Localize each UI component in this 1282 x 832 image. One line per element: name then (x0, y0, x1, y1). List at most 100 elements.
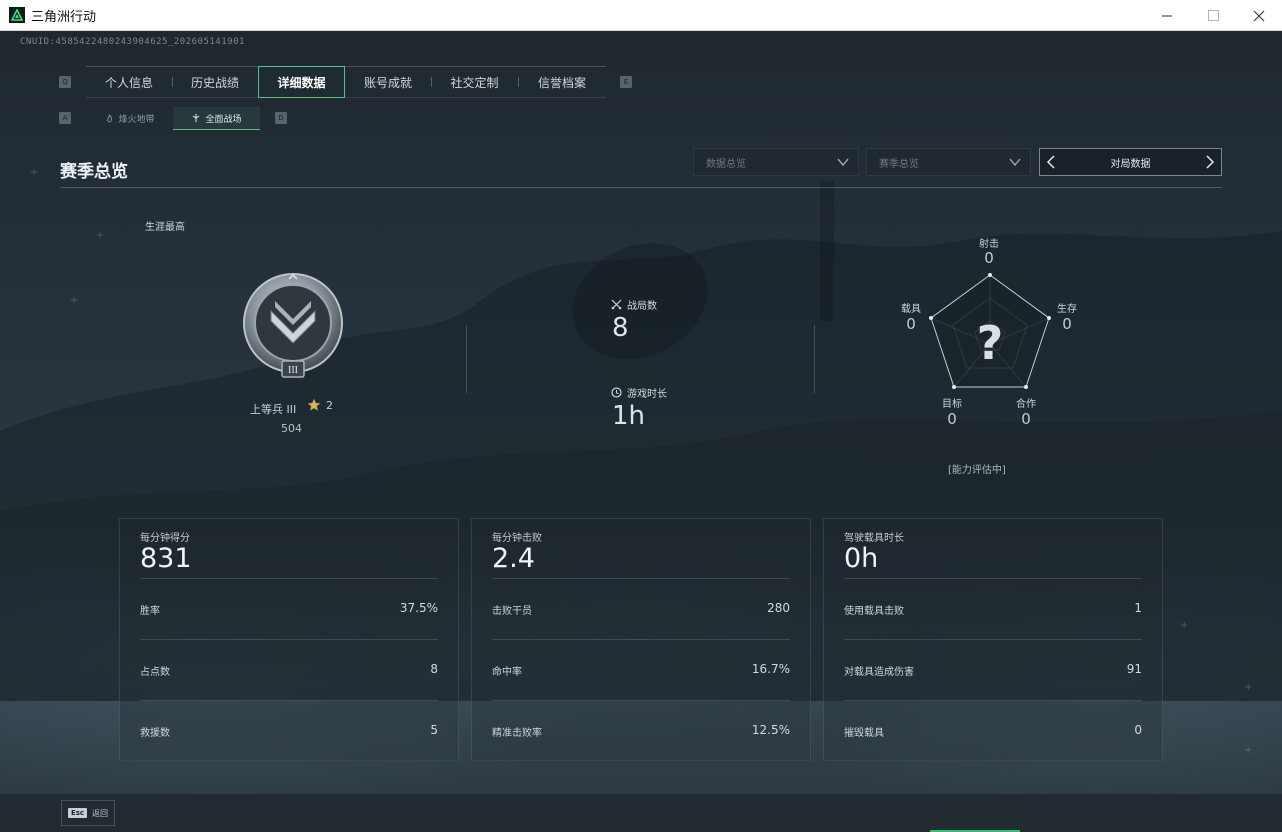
card-title: 每分钟击败 (492, 533, 542, 544)
radar-label-vehicle: 载具 (901, 304, 921, 315)
tab-personal-info[interactable]: 个人信息 (86, 66, 172, 98)
divider (466, 325, 467, 393)
career-best-label: 生涯最高 (145, 222, 185, 233)
stat-value: 91 (1126, 662, 1142, 676)
stat-label: 命中率 (492, 667, 522, 678)
key-hint-prev-tab: Q (59, 76, 71, 88)
maximize-icon (1207, 10, 1219, 21)
stat-label: 使用载具击败 (844, 606, 904, 617)
key-hint-next-subtab: D (275, 112, 287, 124)
decor-cross-icon: + (30, 167, 39, 178)
key-hint-next-tab: E (620, 76, 632, 88)
main-tab-bar: 个人信息 历史战绩 详细数据 账号成就 社交定制 信誉档案 (86, 66, 606, 98)
radar-value-survive: 0 (1062, 315, 1072, 333)
tab-detailed-data[interactable]: 详细数据 (258, 66, 345, 98)
subtab-warzone[interactable]: 烽火地带 (87, 107, 173, 130)
divider (814, 325, 815, 393)
playtime-label: 游戏时长 (611, 385, 667, 400)
key-hint-prev-subtab: A (59, 112, 71, 124)
decor-cross-icon: + (1244, 682, 1253, 693)
back-button[interactable]: Esc 返回 (61, 800, 115, 826)
chevron-down-icon (837, 158, 849, 167)
game-viewport: CNUID:4585422480243904625_202605141901 +… (0, 31, 1282, 832)
rank-badge-numeral: III (288, 365, 298, 376)
crosshair-icon (193, 114, 200, 122)
decor-cross-icon: + (96, 230, 105, 241)
close-icon (1253, 10, 1265, 21)
footer-bar: Esc 返回 (0, 794, 1282, 832)
stat-value: 280 (767, 601, 790, 615)
stat-card-vehicle: 驾驶载具时长 0h 使用载具击败 1 对载具造成伤害 91 摧毁载具 0 (823, 518, 1163, 761)
star-icon (307, 398, 321, 412)
tab-label: 社交定制 (450, 75, 499, 90)
stat-value: 8 (430, 662, 438, 676)
decor-cross-icon: + (1244, 745, 1253, 756)
window-titlebar: 三角洲行动 (0, 0, 1282, 31)
data-type-select[interactable]: 数据总览 (693, 148, 859, 176)
subtab-battlefield[interactable]: 全面战场 (173, 107, 260, 130)
stat-label: 占点数 (140, 667, 170, 678)
chevron-right-icon[interactable] (1203, 155, 1217, 169)
tab-label: 信誉档案 (537, 75, 586, 90)
maximize-button[interactable] (1190, 0, 1236, 31)
card-divider (492, 578, 790, 579)
close-button[interactable] (1236, 0, 1282, 31)
esc-key-hint: Esc (67, 808, 88, 818)
flame-icon (107, 114, 113, 123)
radar-value-vehicle: 0 (906, 315, 916, 333)
stat-value: 1 (1134, 601, 1142, 615)
card-divider (844, 700, 1142, 701)
tab-history[interactable]: 历史战绩 (172, 66, 258, 98)
radar-value-target: 0 (947, 410, 957, 428)
chevron-left-icon[interactable] (1044, 155, 1058, 169)
card-divider (140, 639, 438, 640)
stat-value: 5 (430, 723, 438, 737)
card-title: 驾驶载具时长 (844, 533, 904, 544)
switcher-label: 对局数据 (1110, 158, 1151, 170)
subtab-label: 全面战场 (205, 114, 242, 125)
chevron-down-icon (1009, 158, 1021, 167)
radar-label-coop: 合作 (1016, 399, 1036, 410)
stat-label: 救援数 (140, 728, 170, 739)
rank-stars: 2 (307, 398, 333, 412)
season-select[interactable]: 赛季总览 (866, 148, 1031, 176)
tab-label: 个人信息 (104, 75, 153, 90)
back-label: 返回 (92, 808, 109, 818)
radar-label-target: 目标 (942, 399, 962, 410)
window-title: 三角洲行动 (31, 9, 97, 25)
card-divider (140, 578, 438, 579)
matches-label: 战局数 (611, 297, 657, 312)
rank-score: 504 (281, 422, 302, 435)
user-id-label: CNUID:4585422480243904625_202605141901 (20, 37, 245, 47)
stat-value: 16.7% (751, 662, 790, 676)
tab-social[interactable]: 社交定制 (431, 66, 518, 98)
radar-question-mark: ? (977, 316, 1004, 370)
minimize-button[interactable] (1144, 0, 1190, 31)
radar-value-shoot: 0 (984, 249, 994, 267)
matches-label-text: 战局数 (627, 301, 657, 312)
card-divider (492, 700, 790, 701)
select-value: 数据总览 (706, 158, 746, 170)
card-divider (844, 578, 1142, 579)
minimize-icon (1162, 15, 1172, 16)
tab-label: 历史战绩 (190, 75, 239, 90)
stat-label: 击败干员 (492, 606, 532, 617)
playtime-value: 1h (612, 401, 646, 431)
decor-cross-icon: + (70, 295, 79, 306)
app-logo-icon (9, 7, 25, 23)
card-title: 每分钟得分 (140, 533, 190, 544)
radar-value-coop: 0 (1021, 410, 1031, 428)
tab-label: 账号成就 (363, 75, 412, 90)
tab-achievements[interactable]: 账号成就 (345, 66, 431, 98)
rank-badge-icon: III (243, 273, 343, 378)
radar-label-survive: 生存 (1057, 304, 1077, 315)
stat-label: 精准击败率 (492, 728, 542, 739)
card-main-value: 831 (140, 543, 192, 574)
stat-label: 摧毁载具 (844, 728, 884, 739)
card-main-value: 2.4 (492, 543, 535, 574)
clock-icon (611, 387, 622, 398)
tab-label: 详细数据 (277, 75, 326, 90)
section-title: 赛季总览 (60, 162, 128, 182)
tab-reputation[interactable]: 信誉档案 (518, 66, 606, 98)
stat-card-kills: 每分钟击败 2.4 击败干员 280 命中率 16.7% 精准击败率 12.5% (471, 518, 811, 761)
